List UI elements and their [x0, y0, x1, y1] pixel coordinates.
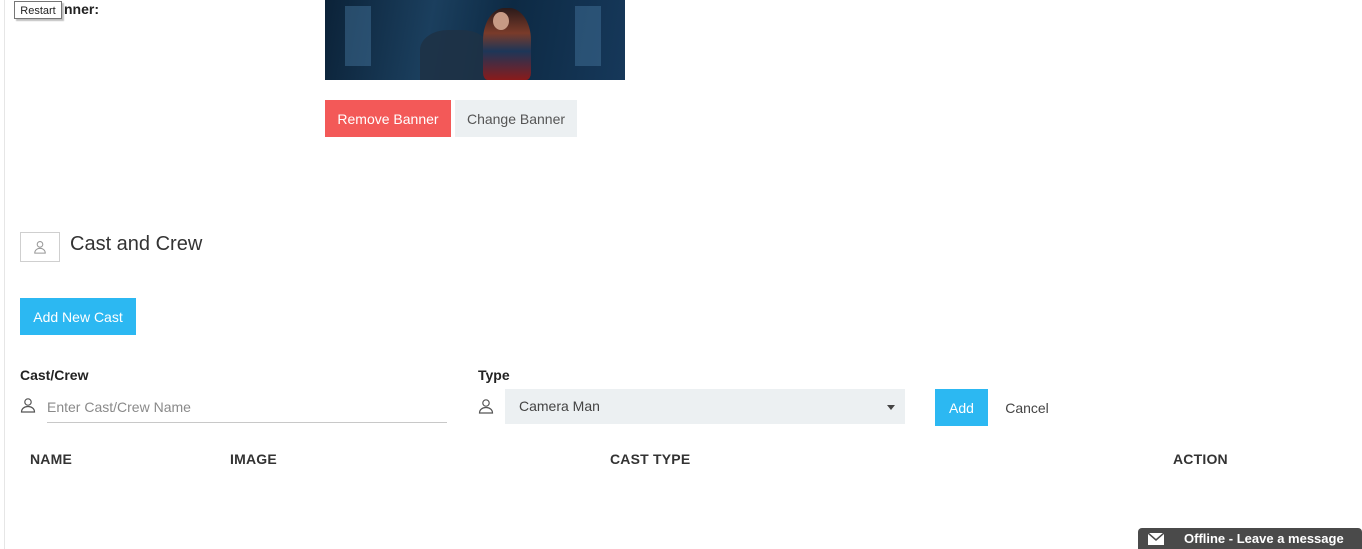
column-header-action: ACTION: [1173, 451, 1228, 467]
user-icon: [478, 399, 494, 414]
restart-tooltip: Restart: [14, 1, 62, 19]
column-header-name: NAME: [30, 451, 73, 467]
cast-section-title: Cast and Crew: [70, 233, 203, 255]
type-label: Type: [478, 367, 510, 383]
change-banner-button[interactable]: Change Banner: [455, 100, 577, 137]
user-icon: [34, 241, 46, 254]
banner-label: nner:: [64, 1, 99, 17]
type-select[interactable]: Camera Man: [505, 389, 905, 424]
add-new-cast-button[interactable]: Add New Cast: [20, 298, 136, 335]
banner-image: [325, 0, 625, 80]
column-header-image: IMAGE: [230, 451, 277, 467]
cast-crew-label: Cast/Crew: [20, 367, 89, 383]
mail-icon: [1148, 532, 1164, 545]
user-icon: [20, 398, 36, 413]
remove-banner-button[interactable]: Remove Banner: [325, 100, 451, 137]
banner-image-window: [345, 6, 371, 66]
offline-chat-widget[interactable]: Offline - Leave a message: [1138, 528, 1362, 549]
type-select-value: Camera Man: [519, 398, 600, 414]
page-left-border: [4, 0, 5, 549]
cast-section-icon-box: [20, 232, 60, 262]
column-header-cast-type: CAST TYPE: [610, 451, 691, 467]
cancel-button[interactable]: Cancel: [996, 389, 1058, 426]
chat-label: Offline - Leave a message: [1184, 531, 1344, 546]
caret-down-icon: [887, 405, 895, 410]
banner-image-figure: [420, 30, 490, 80]
add-button[interactable]: Add: [935, 389, 988, 426]
cast-crew-name-input[interactable]: [47, 392, 447, 423]
banner-image-face: [493, 12, 509, 30]
banner-image-window: [575, 6, 601, 66]
